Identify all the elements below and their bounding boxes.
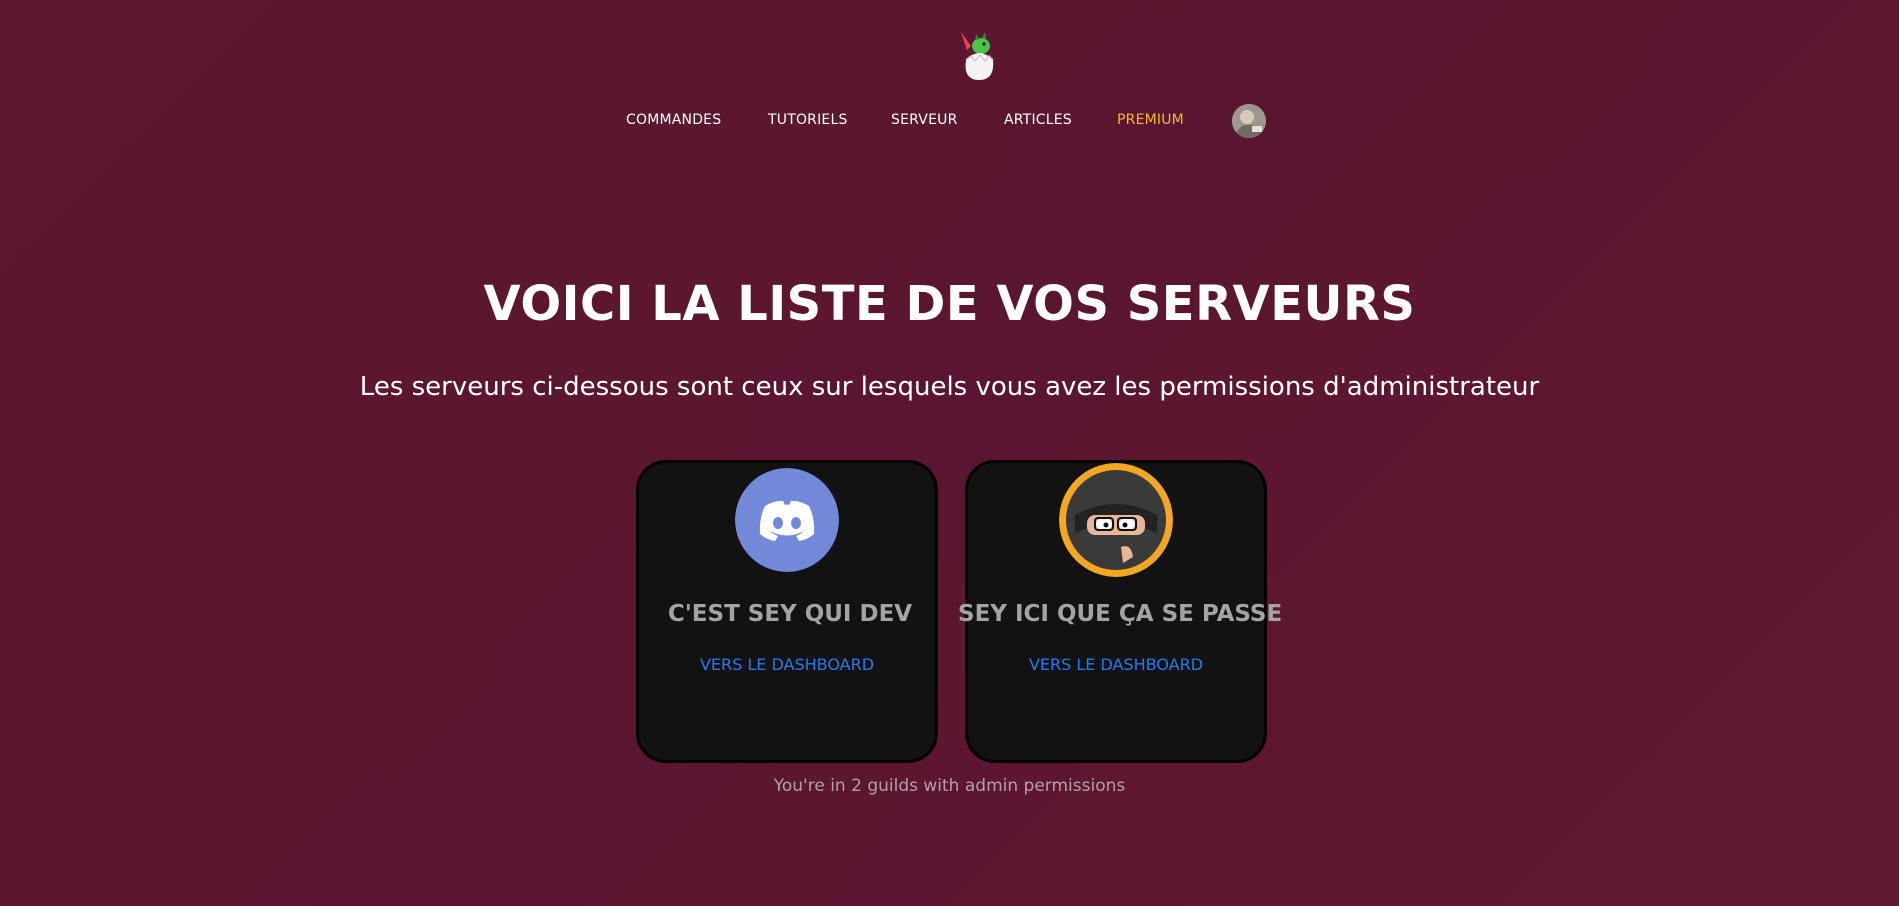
guild-card: SEY ICI QUE ÇA SE PASSE VERS LE DASHBOAR… [958, 460, 1282, 763]
guild-name: C'EST SEY QUI DEV [667, 601, 913, 627]
nav-tutoriels[interactable]: TUTORIELS [768, 112, 848, 128]
nav-articles[interactable]: ARTICLES [1004, 112, 1072, 128]
page-title: VOICI LA LISTE DE VOS SERVEURS [483, 276, 1416, 332]
guild-card: C'EST SEY QUI DEV VERS LE DASHBOARD [636, 460, 938, 763]
main-nav: COMMANDES TUTORIELS SERVEUR ARTICLES PRE… [0, 104, 1899, 140]
discord-logo-icon [735, 468, 839, 572]
dashboard-link[interactable]: VERS LE DASHBOARD [639, 655, 935, 674]
guild-count-note: You're in 2 guilds with admin permission… [773, 776, 1126, 796]
dragon-egg-logo-icon[interactable] [957, 28, 1001, 82]
dashboard-link[interactable]: VERS LE DASHBOARD [968, 655, 1264, 674]
user-avatar[interactable] [1232, 104, 1266, 138]
page-subtitle: Les serveurs ci-dessous sont ceux sur le… [359, 372, 1540, 402]
nav-serveur[interactable]: SERVEUR [891, 112, 958, 128]
ninja-avatar-icon [1059, 463, 1173, 577]
guild-name: SEY ICI QUE ÇA SE PASSE [958, 601, 1283, 627]
nav-commandes[interactable]: COMMANDES [626, 112, 721, 128]
nav-premium[interactable]: PREMIUM [1117, 112, 1184, 128]
